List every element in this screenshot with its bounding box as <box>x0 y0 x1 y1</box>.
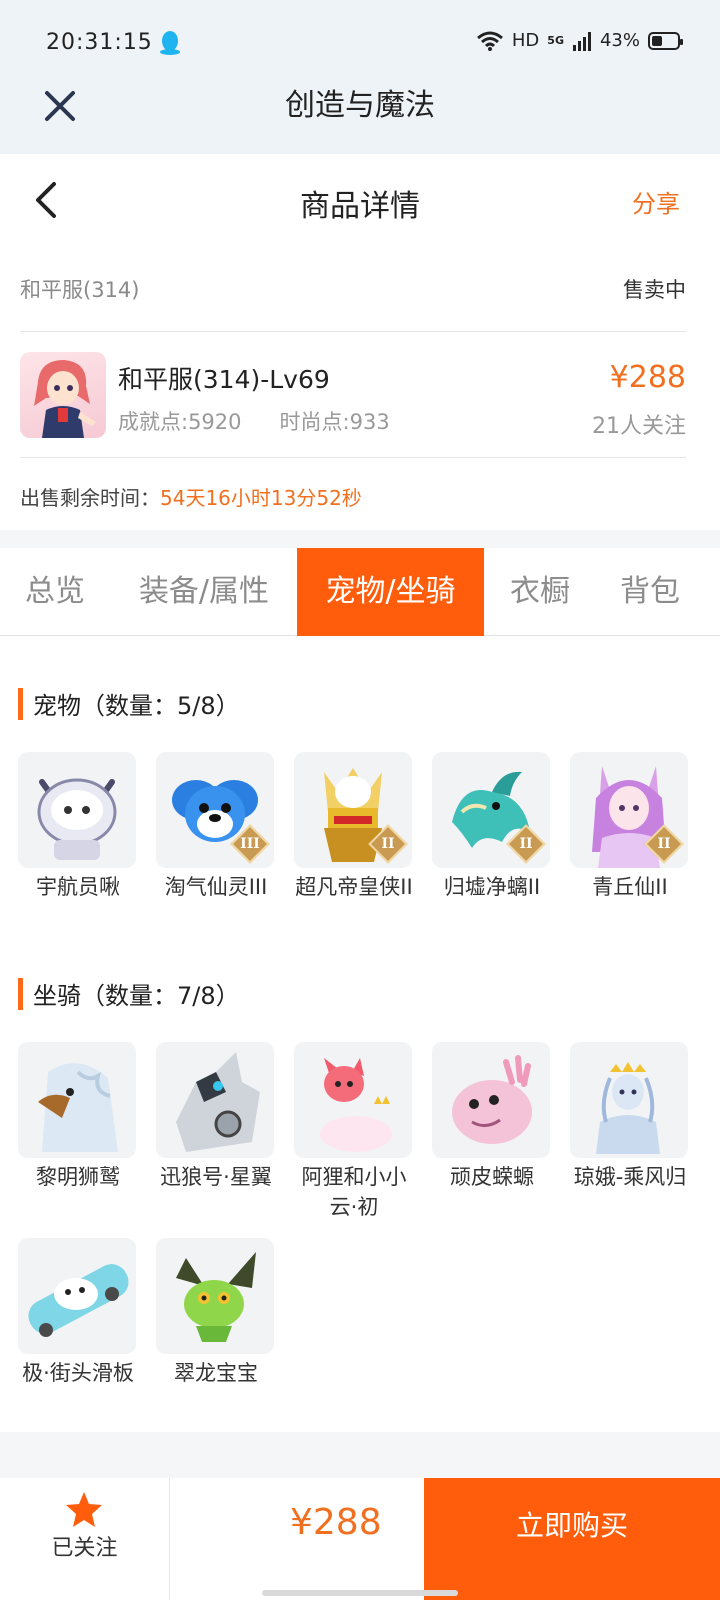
mount-name: 顽皮蝾螈 <box>450 1165 534 1189</box>
pet-item[interactable]: II 归墟净螭II <box>432 752 552 902</box>
mount-thumbnail <box>156 1238 274 1354</box>
buy-now-button[interactable]: 立即购买 <box>424 1478 720 1600</box>
pet-item[interactable]: II 青丘仙II <box>570 752 690 902</box>
wifi-icon <box>476 31 503 51</box>
mounts-section-title: 坐骑（数量：7/8） <box>18 976 240 1011</box>
pet-thumbnail: II <box>432 752 550 868</box>
pets-title-text: 宠物（数量：5/8） <box>33 692 240 720</box>
mount-name: 黎明狮鹫 <box>36 1165 120 1189</box>
app-title: 创造与魔法 <box>285 88 435 123</box>
server-name: 和平服(314) <box>20 278 140 302</box>
page-title: 商品详情 <box>300 189 420 224</box>
share-button[interactable]: 分享 <box>632 184 680 219</box>
mount-item[interactable]: 迅狼号·星翼 <box>156 1042 276 1192</box>
battery-text: 43% <box>599 30 640 51</box>
pet-name: 淘气仙灵III <box>164 875 268 899</box>
qq-icon <box>160 31 180 55</box>
server-row: 和平服(314) 售卖中 <box>20 266 686 332</box>
mount-name: 翠龙宝宝 <box>174 1361 258 1385</box>
section-marker <box>18 687 23 720</box>
achievement-points: 成就点:5920 <box>118 410 242 434</box>
section-marker <box>18 977 23 1010</box>
account-summary[interactable]: 和平服(314)-Lv69 成就点:5920 时尚点:933 ¥288 21人关… <box>20 352 686 458</box>
mount-thumbnail <box>432 1042 550 1158</box>
pet-thumbnail: II <box>570 752 688 868</box>
tab-pets-mounts[interactable]: 宠物/坐骑 <box>297 548 484 636</box>
section-divider <box>0 530 720 548</box>
pet-thumbnail: II <box>294 752 412 868</box>
mount-item[interactable]: 阿狸和小小云·初 <box>294 1042 414 1222</box>
account-name: 和平服(314)-Lv69 <box>118 365 330 394</box>
tab-equipment[interactable]: 装备/属性 <box>118 548 290 636</box>
network-label: HD <box>511 30 540 51</box>
pet-item[interactable]: III 淘气仙灵III <box>156 752 276 902</box>
signal-label: 5G <box>547 34 564 47</box>
mount-item[interactable]: 顽皮蝾螈 <box>432 1042 552 1192</box>
bottom-spacer <box>0 1432 720 1478</box>
status-indicators: HD 5G 43% <box>476 30 683 51</box>
signal-icon <box>572 31 591 51</box>
mount-item[interactable]: 黎明狮鹫 <box>18 1042 138 1192</box>
tab-backpack[interactable]: 背包 <box>600 548 700 636</box>
mount-thumbnail <box>156 1042 274 1158</box>
sale-time-row: 出售剩余时间：54天16小时13分52秒 <box>20 482 362 511</box>
mount-thumbnail <box>18 1042 136 1158</box>
pets-section-title: 宠物（数量：5/8） <box>18 686 240 721</box>
account-price: ¥288 <box>609 360 686 395</box>
mount-name: 琼娥-乘风归 <box>573 1165 687 1189</box>
sale-time-label: 出售剩余时间： <box>20 486 160 510</box>
app-title-bar: 创造与魔法 <box>0 86 720 154</box>
pet-name: 宇航员啾 <box>36 875 120 899</box>
follower-count: 21人关注 <box>592 414 686 439</box>
tab-overview[interactable]: 总览 <box>0 548 110 636</box>
bottom-action-bar: 已关注 ¥288 立即购买 <box>0 1478 720 1600</box>
mount-item[interactable]: 琼娥-乘风归 <box>570 1042 690 1192</box>
star-icon <box>66 1492 102 1527</box>
mount-name: 极·街头滑板 <box>22 1361 134 1385</box>
pet-item[interactable]: II 超凡帝皇侠II <box>294 752 414 902</box>
mount-item[interactable]: 翠龙宝宝 <box>156 1238 276 1388</box>
mount-thumbnail <box>294 1042 412 1158</box>
mount-thumbnail <box>570 1042 688 1158</box>
pet-name: 归墟净螭II <box>443 875 541 899</box>
detail-tabs: 总览 装备/属性 宠物/坐骑 衣橱 背包 <box>0 548 720 636</box>
battery-icon <box>648 31 683 50</box>
status-time: 20:31:15 <box>46 30 153 55</box>
mount-thumbnail <box>18 1238 136 1354</box>
tab-wardrobe[interactable]: 衣橱 <box>492 548 588 636</box>
pet-name: 青丘仙II <box>592 875 668 899</box>
battery-fill <box>652 35 662 46</box>
fashion-points: 时尚点:933 <box>279 410 390 434</box>
mount-name: 迅狼号·星翼 <box>160 1165 272 1189</box>
pet-thumbnail: III <box>156 752 274 868</box>
mount-item[interactable]: 极·街头滑板 <box>18 1238 138 1388</box>
mount-name: 阿狸和小小云·初 <box>301 1165 407 1219</box>
sale-status: 售卖中 <box>623 278 686 302</box>
status-bar: 20:31:15 HD 5G 43% <box>0 0 720 86</box>
pet-thumbnail <box>18 752 136 868</box>
pet-item[interactable]: 宇航员啾 <box>18 752 138 902</box>
pet-name: 超凡帝皇侠II <box>295 875 413 899</box>
bottom-price: ¥288 <box>290 1502 382 1543</box>
sale-time-value: 54天16小时13分52秒 <box>160 486 362 510</box>
avatar <box>20 352 106 438</box>
page-header: 商品详情 分享 <box>0 154 720 250</box>
home-indicator[interactable] <box>262 1590 458 1596</box>
follow-button[interactable]: 已关注 <box>0 1478 170 1600</box>
mounts-title-text: 坐骑（数量：7/8） <box>33 982 240 1010</box>
follow-label: 已关注 <box>51 1536 118 1561</box>
account-stats: 成就点:5920 时尚点:933 <box>118 406 390 436</box>
